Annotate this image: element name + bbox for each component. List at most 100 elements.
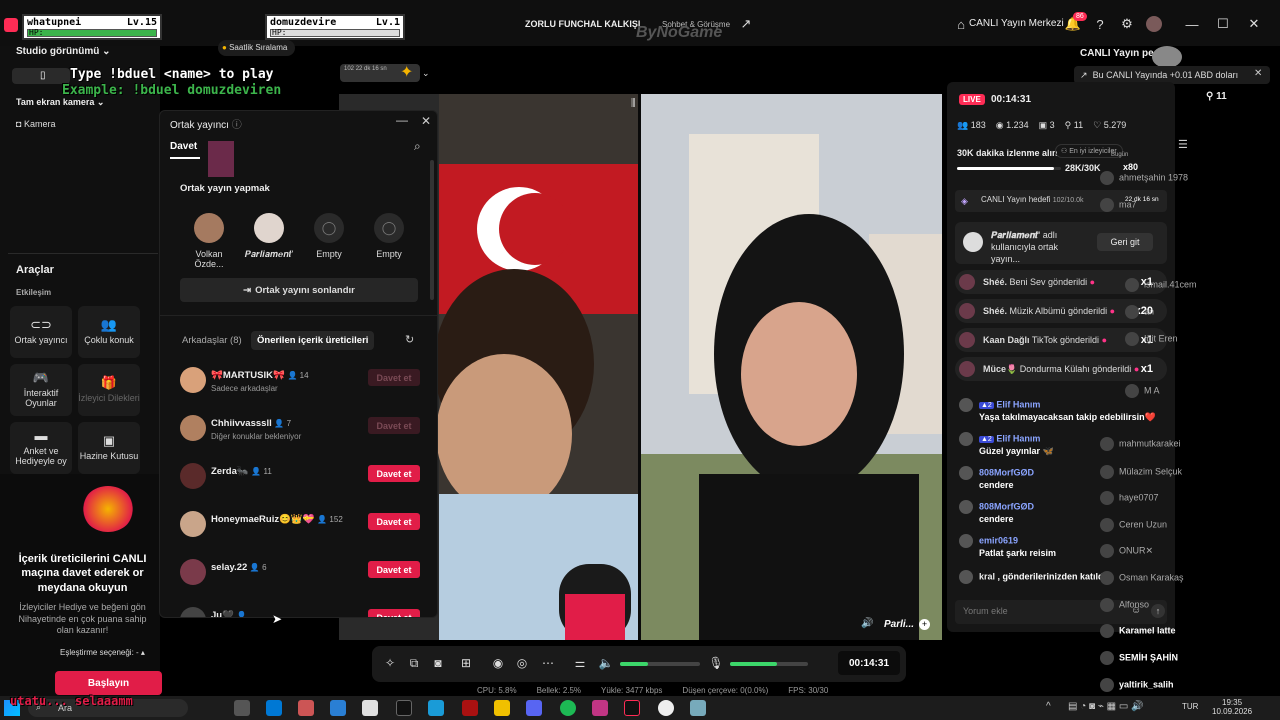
tool-cohost[interactable]: ⊂⊃ Ortak yayıncı xyxy=(10,306,72,358)
fullscreen-camera-dropdown[interactable]: Tam ekran kamera ⌄ xyxy=(16,97,104,108)
invite-button[interactable]: Davet et xyxy=(368,561,420,578)
volume-slider[interactable] xyxy=(620,662,700,666)
more-icon[interactable]: ⋯ xyxy=(540,655,556,671)
viewer-list-item[interactable]: ahmetşahin 1978 xyxy=(1100,171,1188,185)
add-source-icon[interactable]: ⊞ xyxy=(458,655,474,671)
invite-button[interactable]: Davet et xyxy=(368,513,420,530)
modal-scrollbar[interactable] xyxy=(430,160,434,300)
task-view-icon[interactable] xyxy=(234,700,250,716)
folder-icon[interactable] xyxy=(494,700,510,716)
gear-icon[interactable]: ⚙ xyxy=(1118,15,1136,33)
close-icon[interactable]: ✕ xyxy=(421,114,431,128)
minimize-icon[interactable]: — xyxy=(1183,15,1201,33)
viewer-list-item[interactable]: haye0707 xyxy=(1100,491,1159,505)
cohost-slot-1[interactable]: Volkan Özde... xyxy=(180,213,238,269)
volume-icon[interactable]: 🔈 xyxy=(598,655,614,671)
add-icon[interactable]: + xyxy=(919,619,930,630)
invite-button[interactable]: Davet et xyxy=(368,465,420,482)
phone-view-toggle[interactable]: ▯ xyxy=(12,68,70,84)
maximize-icon[interactable]: ☐ xyxy=(1214,15,1232,33)
tiktok-icon[interactable] xyxy=(624,700,640,716)
app-icon[interactable] xyxy=(298,700,314,716)
minimize-icon[interactable]: — xyxy=(396,113,408,127)
invite-button[interactable]: Davet et xyxy=(368,417,420,434)
tool-treasure-box[interactable]: ▣ Hazine Kutusu xyxy=(78,422,140,474)
home-icon[interactable]: ⌂ xyxy=(952,15,970,33)
hourly-rank-chip[interactable]: ● Saatlik Sıralama xyxy=(218,40,296,56)
start-button[interactable]: Başlayın xyxy=(55,671,162,695)
cohost-slot-4[interactable]: ◯ Empty xyxy=(360,213,418,259)
chat-user[interactable]: Elif Hanım xyxy=(996,433,1040,443)
live-center-link[interactable]: CANLI Yayın Merkezi xyxy=(969,18,1064,29)
matching-option[interactable]: Eşleştirme seçeneği: - ▴ xyxy=(60,648,145,657)
viewer-list-item[interactable]: ismail.41cem xyxy=(1125,278,1197,292)
cohost-slot-2[interactable]: 𝑷𝒂𝒓𝒍𝒊𝒂𝒎𝒆𝒏𝒕' xyxy=(240,213,298,260)
viewer-list-item[interactable]: mahmutkarakei xyxy=(1100,437,1181,451)
help-icon[interactable]: ? xyxy=(1091,15,1109,33)
speaker-icon[interactable]: 🔊 xyxy=(861,618,873,629)
tab-suggested[interactable]: Önerilen içerik üreticileri xyxy=(251,331,375,350)
tray-icons[interactable]: ▤ ◔ ◙ ⌁ ▦ ▭ 🔊 xyxy=(1068,701,1144,712)
search-icon[interactable]: ⌕ xyxy=(414,139,421,154)
viewer-list-item[interactable]: SEMİH ŞAHİN xyxy=(1100,651,1178,665)
store-icon[interactable] xyxy=(266,700,282,716)
tool-poll[interactable]: ▬ Anket ve Hediyeyle oy xyxy=(10,422,72,474)
chat-user[interactable]: kral xyxy=(979,571,995,581)
chat-user[interactable]: Elif Hanım xyxy=(996,399,1040,409)
app-icon[interactable] xyxy=(362,700,378,716)
viewer-list-item[interactable]: Osman Karakaş xyxy=(1100,571,1184,585)
viewer-list-item[interactable]: M A xyxy=(1125,384,1160,398)
list-icon[interactable]: ☰ xyxy=(1178,138,1188,151)
effects-icon[interactable]: ✧ xyxy=(382,655,398,671)
close-icon[interactable]: ✕ xyxy=(1245,15,1263,33)
language-indicator[interactable]: TUR xyxy=(1182,702,1198,711)
tool-multi-guest[interactable]: 👥 Çoklu konuk xyxy=(78,306,140,358)
app-icon[interactable] xyxy=(462,700,478,716)
app-icon[interactable] xyxy=(396,700,412,716)
tab-friends[interactable]: Arkadaşlar (8) xyxy=(182,335,242,346)
tool-interactive-games[interactable]: 🎮 İnteraktif Oyunlar xyxy=(10,364,72,416)
screenshot-icon[interactable]: ◙ xyxy=(430,655,446,671)
end-cohost-button[interactable]: ⇥ Ortak yayını sonlandır xyxy=(180,278,418,302)
chevron-down-icon[interactable]: ⌄ xyxy=(422,68,430,79)
tray-chevron-icon[interactable]: ^ xyxy=(1046,701,1051,712)
viewer-list-item[interactable]: yaltirik_salih xyxy=(1100,678,1174,692)
layout-icon[interactable]: ⧉ xyxy=(406,655,422,671)
mic-slider[interactable] xyxy=(730,662,808,666)
mixer-icon[interactable]: ⚌ xyxy=(572,655,588,671)
replay-icon[interactable]: ◎ xyxy=(514,655,530,671)
viewer-list-item[interactable]: an xyxy=(1125,305,1154,319)
instagram-icon[interactable] xyxy=(592,700,608,716)
close-icon[interactable]: ✕ xyxy=(1254,68,1262,79)
discord-icon[interactable] xyxy=(526,700,542,716)
avatar[interactable] xyxy=(1146,16,1162,32)
app-icon[interactable] xyxy=(658,700,674,716)
mic-icon[interactable]: 🎙 xyxy=(708,655,724,671)
tab-invite[interactable]: Davet xyxy=(170,141,197,152)
viewer-list-item[interactable]: ma7 xyxy=(1100,198,1137,212)
viewer-list-item[interactable]: ONUR✕ xyxy=(1100,544,1153,558)
viewer-list-item[interactable]: Iğit Eren xyxy=(1125,332,1178,346)
viewer-list-item[interactable]: Karamel latte xyxy=(1100,624,1176,638)
record-icon[interactable]: ◉ xyxy=(490,655,506,671)
viewer-list-item[interactable]: Alfonso xyxy=(1100,598,1149,612)
back-button[interactable]: Geri git xyxy=(1097,233,1153,251)
camera-source[interactable]: ◘ Kamera xyxy=(16,119,55,129)
viewer-list-item[interactable]: Mülazim Selçuk xyxy=(1100,465,1182,479)
share-icon[interactable]: ↗ xyxy=(737,15,755,33)
refresh-icon[interactable]: ↻ xyxy=(405,333,414,346)
invite-button[interactable]: Davet et xyxy=(368,609,420,617)
chat-user[interactable]: 808MorfGØD xyxy=(979,467,1034,477)
clock[interactable]: 19:35 10.09.2026 xyxy=(1212,698,1252,716)
studio-view-dropdown[interactable]: Studio görünümü ⌄ xyxy=(16,46,111,57)
app-icon[interactable] xyxy=(428,700,444,716)
cohost-slot-3[interactable]: ◯ Empty xyxy=(300,213,358,259)
viewer-list-item[interactable]: Ceren Uzun xyxy=(1100,518,1167,532)
send-icon[interactable]: ↑ xyxy=(1151,604,1165,618)
app-icon[interactable] xyxy=(690,700,706,716)
chat-user[interactable]: 808MorfGØD xyxy=(979,501,1034,511)
spotify-icon[interactable] xyxy=(560,700,576,716)
split-view-icon[interactable]: ⫼ xyxy=(631,98,636,109)
edge-icon[interactable] xyxy=(330,700,346,716)
invite-button[interactable]: Davet et xyxy=(368,369,420,386)
